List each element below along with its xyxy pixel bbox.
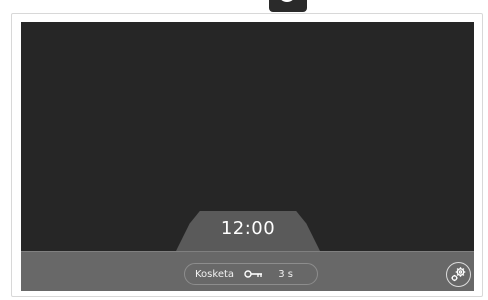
touch-lock-duration: 3 s [278, 268, 293, 280]
device-panel: 12:00 Kosketa 3 s [11, 13, 483, 297]
touch-lock-label: Kosketa [195, 268, 235, 280]
clock-time: 12:00 [220, 218, 276, 239]
settings-button[interactable] [446, 262, 471, 287]
top-badge [269, 0, 307, 12]
touch-lock-button[interactable]: Kosketa 3 s [184, 263, 318, 285]
top-strip [0, 0, 488, 13]
power-ring-icon [278, 0, 296, 2]
key-icon [244, 269, 264, 279]
display-screen: 12:00 Kosketa 3 s [21, 22, 474, 291]
settings-gears-icon [451, 267, 466, 282]
bottom-bar: Kosketa 3 s [21, 251, 474, 291]
